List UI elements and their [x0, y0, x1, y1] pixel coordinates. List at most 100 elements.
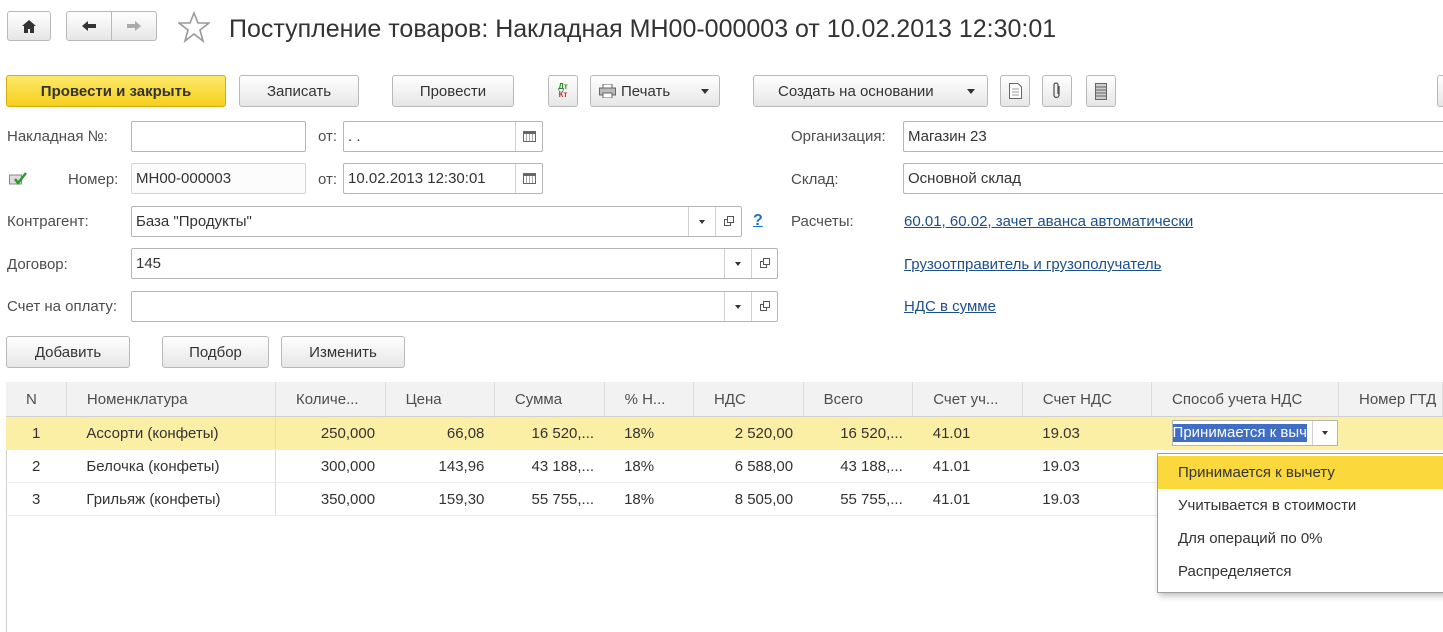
attachment-button[interactable]: [1042, 75, 1072, 107]
invoice-date-label: от:: [318, 128, 338, 145]
chevron-down-icon: [735, 304, 741, 309]
list-icon: [1095, 82, 1107, 100]
cell-n: 3: [6, 482, 67, 516]
edit-button[interactable]: Изменить: [281, 336, 405, 368]
cell-vat: 8 505,00: [693, 482, 804, 516]
counterparty-label: Контрагент:: [7, 213, 89, 230]
print-label: Печать: [621, 82, 671, 100]
column-header[interactable]: Цена: [385, 382, 495, 417]
vat-method-input[interactable]: Принимается к выч: [1171, 420, 1338, 446]
post-button[interactable]: Провести: [392, 75, 514, 107]
column-header[interactable]: Счет НДС: [1022, 382, 1153, 417]
column-header[interactable]: Способ учета НДС: [1151, 382, 1339, 417]
add-button[interactable]: Добавить: [6, 336, 130, 368]
number-field[interactable]: МН00-000003: [131, 163, 306, 194]
date-field[interactable]: 10.02.2013 12:30:01: [343, 163, 543, 194]
contract-dropdown-button[interactable]: [724, 249, 751, 278]
cell-vat-account: 19.03: [1022, 482, 1152, 516]
cell-vat-rate: 18%: [604, 449, 694, 483]
create-based-on-button[interactable]: Создать на основании: [753, 75, 988, 107]
cell-vat-rate: 18%: [604, 482, 694, 516]
save-button[interactable]: Записать: [239, 75, 359, 107]
cell-sum: 16 520,...: [494, 416, 605, 450]
vat-in-amount-link[interactable]: НДС в сумме: [904, 298, 996, 315]
settlements-link[interactable]: 60.01, 60.02, зачет аванса автоматически: [904, 213, 1193, 230]
paperclip-icon: [1053, 82, 1060, 99]
column-header[interactable]: Количе...: [275, 382, 386, 417]
posted-status-icon: [9, 172, 27, 186]
invoice-date-field[interactable]: . .: [343, 121, 543, 152]
column-header[interactable]: Счет уч...: [912, 382, 1023, 417]
cell-vat-rate: 18%: [604, 416, 694, 450]
vat-method-selected-text: Принимается к выч: [1172, 424, 1307, 442]
counterparty-value: База "Продукты": [136, 213, 252, 230]
invoice-number-field[interactable]: [131, 121, 306, 152]
payment-invoice-label: Счет на оплату:: [7, 298, 118, 315]
warehouse-field[interactable]: Основной склад: [903, 163, 1443, 194]
cell-price: 66,08: [385, 416, 495, 450]
chevron-down-icon: [967, 89, 975, 94]
vat-method-dropdown-button[interactable]: [1311, 421, 1337, 445]
home-button[interactable]: [7, 11, 51, 41]
create-based-on-label: Создать на основании: [778, 82, 934, 100]
cell-vat: 2 520,00: [693, 416, 804, 450]
counterparty-open-button[interactable]: [715, 207, 741, 236]
cell-total: 55 755,...: [803, 482, 913, 516]
date-value: 10.02.2013 12:30:01: [348, 170, 486, 187]
payment-dropdown-button[interactable]: [724, 292, 751, 321]
forward-button[interactable]: [111, 11, 157, 41]
dropdown-option[interactable]: Распределяется: [1158, 555, 1443, 588]
column-header[interactable]: Сумма: [494, 382, 605, 417]
column-header[interactable]: НДС: [693, 382, 804, 417]
back-button[interactable]: [66, 11, 112, 41]
column-header[interactable]: % Н...: [604, 382, 695, 417]
contract-field[interactable]: 145: [131, 248, 778, 279]
calendar-button[interactable]: [515, 122, 542, 151]
shipper-consignee-link[interactable]: Грузоотправитель и грузополучатель: [904, 256, 1161, 273]
structure-button[interactable]: [1086, 75, 1116, 107]
calendar-button[interactable]: [515, 164, 542, 193]
more-actions-button[interactable]: [1437, 75, 1443, 107]
cell-item: Ассорти (конфеты): [66, 416, 277, 450]
organization-field[interactable]: Магазин 23: [903, 121, 1443, 152]
table-row[interactable]: 1 Ассорти (конфеты) 250,000 66,08 16 520…: [6, 416, 1443, 450]
dropdown-option[interactable]: Для операций по 0%: [1158, 522, 1443, 555]
payment-open-button[interactable]: [751, 292, 777, 321]
contract-open-button[interactable]: [751, 249, 777, 278]
print-dropdown-button[interactable]: Печать: [590, 75, 720, 107]
home-icon: [22, 19, 36, 33]
counterparty-dropdown-button[interactable]: [688, 207, 715, 236]
chevron-down-icon: [735, 261, 741, 266]
counterparty-field[interactable]: База "Продукты": [131, 206, 742, 237]
arrow-left-icon: [82, 21, 96, 31]
help-link[interactable]: ?: [753, 212, 763, 230]
calendar-icon: [522, 131, 536, 142]
chevron-down-icon: [699, 219, 705, 224]
page-title: Поступление товаров: Накладная МН00-0000…: [229, 15, 1057, 43]
cell-gtd: [1338, 416, 1443, 450]
cell-account: 41.01: [912, 449, 1023, 483]
column-header[interactable]: Всего: [803, 382, 914, 417]
post-and-close-button[interactable]: Провести и закрыть: [6, 75, 226, 107]
cell-quantity: 300,000: [275, 449, 386, 483]
cell-quantity: 250,000: [275, 416, 386, 450]
column-header[interactable]: Номенклатура: [66, 382, 277, 417]
settlements-label: Расчеты:: [791, 213, 854, 230]
date-label: от:: [318, 171, 338, 188]
cell-sum: 43 188,...: [494, 449, 605, 483]
dt-kt-button[interactable]: Дт Кт: [548, 75, 578, 107]
column-header[interactable]: N: [6, 382, 67, 417]
dropdown-option[interactable]: Учитывается в стоимости: [1158, 489, 1443, 522]
cell-total: 16 520,...: [803, 416, 913, 450]
dropdown-option[interactable]: Принимается к вычету: [1158, 456, 1443, 489]
document-report-button[interactable]: [1000, 75, 1030, 107]
favorite-star-icon[interactable]: [176, 10, 212, 44]
cell-vat-method-editor[interactable]: Принимается к выч: [1151, 416, 1339, 450]
cell-item: Грильяж (конфеты): [66, 482, 277, 516]
pick-button[interactable]: Подбор: [162, 336, 269, 368]
column-header[interactable]: Номер ГТД: [1338, 382, 1443, 417]
cell-vat-account: 19.03: [1022, 416, 1152, 450]
invoice-date-value: . .: [348, 128, 361, 145]
payment-invoice-field[interactable]: [131, 291, 778, 322]
calendar-icon: [522, 173, 536, 184]
